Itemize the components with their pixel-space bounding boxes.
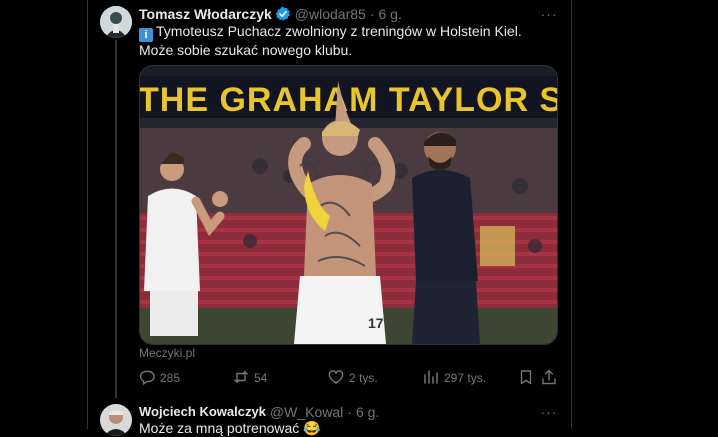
like-icon bbox=[328, 369, 344, 388]
info-icon: i bbox=[139, 28, 153, 42]
reply-button[interactable]: 285 bbox=[139, 369, 180, 387]
jersey-number-text: 17 bbox=[368, 315, 384, 331]
author-avatar[interactable] bbox=[100, 6, 132, 38]
tweet-actions-bar: 285 54 2 tys. 297 tys. bbox=[139, 369, 559, 387]
stadium-banner-text: THE GRAHAM TAYLOR S bbox=[140, 81, 557, 119]
retweet-icon bbox=[233, 369, 249, 388]
tweet-text: Tymoteusz Puchacz zwolniony z treningów … bbox=[139, 23, 522, 58]
reply-more-options-button[interactable]: ··· bbox=[539, 405, 559, 419]
views-count: 297 tys. bbox=[444, 371, 487, 385]
reply-author-name[interactable]: Wojciech Kowalczyk bbox=[139, 403, 266, 421]
bookmark-icon bbox=[518, 369, 534, 388]
reply-timestamp[interactable]: 6 g. bbox=[356, 403, 379, 421]
share-icon bbox=[541, 369, 557, 388]
author-name[interactable]: Tomasz Włodarczyk bbox=[139, 5, 272, 23]
tweet-header: Tomasz Włodarczyk @wlodar85 · 6 g. bbox=[139, 5, 402, 23]
reply-header: Wojciech Kowalczyk @W_Kowal · 6 g. bbox=[139, 403, 379, 421]
tweet-timestamp[interactable]: 6 g. bbox=[378, 5, 401, 23]
views-button[interactable]: 297 tys. bbox=[423, 369, 486, 387]
retweet-button[interactable]: 54 bbox=[233, 369, 267, 387]
dot-separator: · bbox=[369, 6, 375, 22]
like-button[interactable]: 2 tys. bbox=[328, 369, 378, 387]
retweet-count: 54 bbox=[254, 371, 268, 385]
author-handle[interactable]: @wlodar85 bbox=[295, 5, 366, 23]
tweet-photo[interactable]: THE GRAHAM TAYLOR S 17 bbox=[139, 65, 558, 345]
reply-icon bbox=[139, 369, 155, 388]
verified-badge-icon bbox=[275, 6, 291, 22]
share-button[interactable] bbox=[541, 369, 557, 387]
reply-author-avatar[interactable] bbox=[100, 404, 132, 436]
tweet-text-block: i Tymoteusz Puchacz zwolniony z treningów… bbox=[139, 23, 559, 59]
like-count: 2 tys. bbox=[349, 371, 378, 385]
reply-author-handle[interactable]: @W_Kowal bbox=[270, 403, 343, 421]
source-link[interactable]: Meczyki.pl bbox=[139, 346, 195, 360]
views-icon bbox=[423, 369, 439, 388]
reply-count: 285 bbox=[160, 371, 181, 385]
reply-dot-separator: · bbox=[347, 404, 352, 420]
more-options-button[interactable]: ··· bbox=[539, 7, 559, 21]
bookmark-button[interactable] bbox=[518, 369, 534, 387]
thread-connector bbox=[115, 40, 117, 398]
